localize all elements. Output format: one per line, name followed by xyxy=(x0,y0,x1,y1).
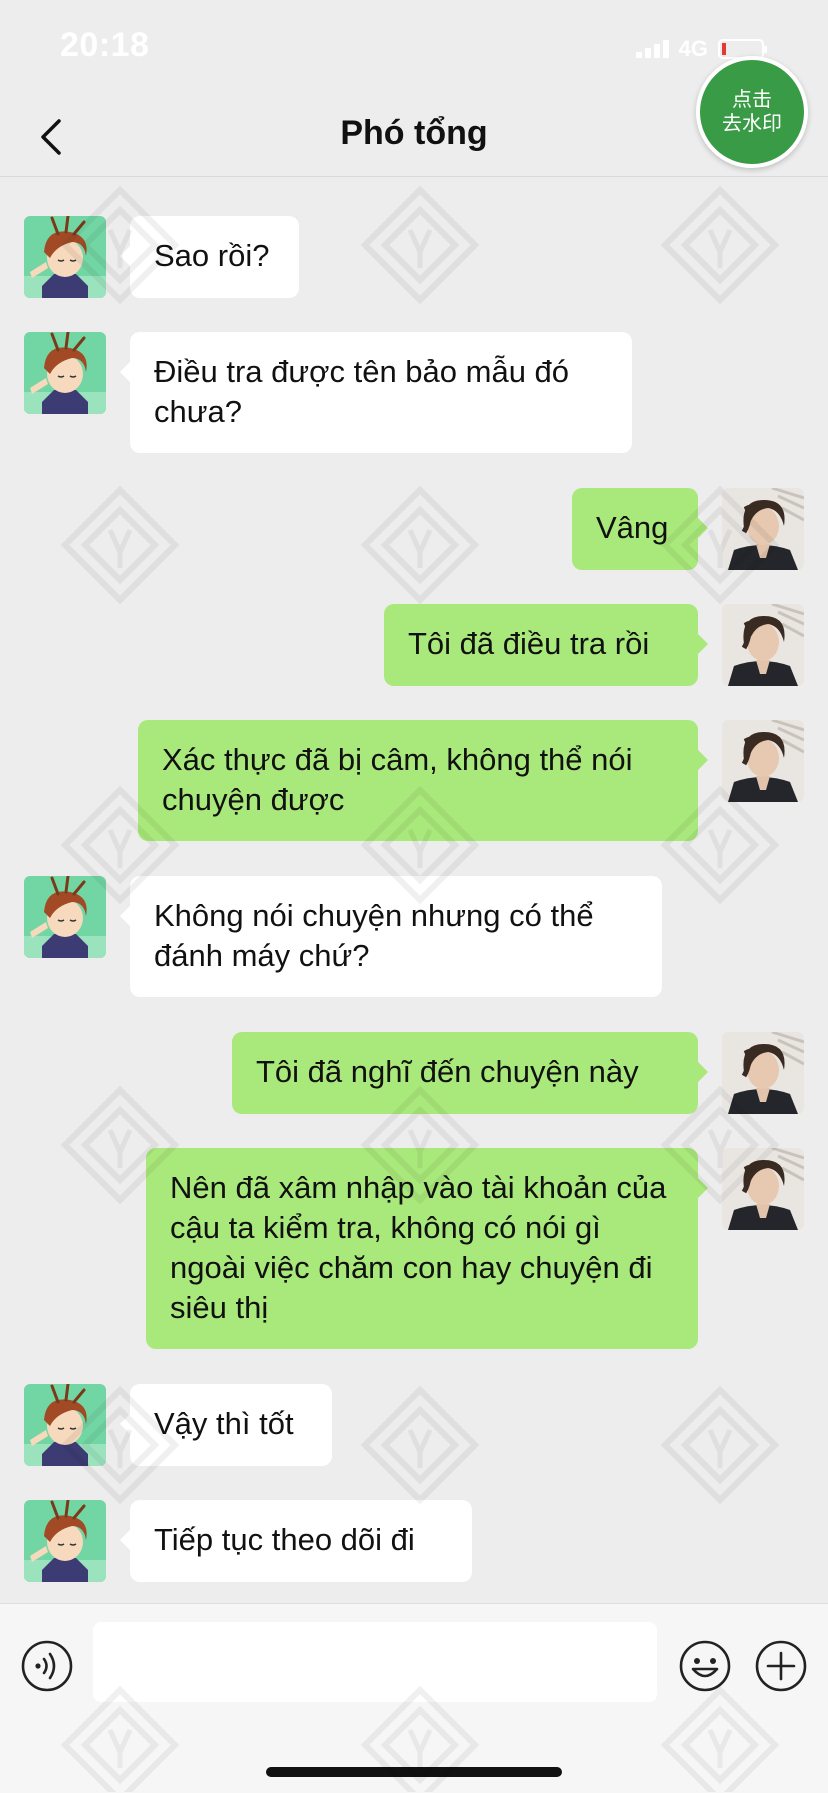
voice-input-button[interactable] xyxy=(20,1639,74,1693)
incoming-message-bubble[interactable]: Vậy thì tốt xyxy=(120,1384,332,1466)
cartoon-girl-avatar[interactable] xyxy=(24,1384,106,1466)
message-text: Xác thực đã bị câm, không thể nói chuyện… xyxy=(162,742,633,817)
message-text: Vâng xyxy=(596,510,669,545)
message-text: Điều tra được tên bảo mẫu đó chưa? xyxy=(154,354,570,429)
message-input-bar xyxy=(0,1603,828,1793)
man-portrait-avatar[interactable] xyxy=(722,604,804,686)
message-text: Sao rồi? xyxy=(154,238,270,273)
outgoing-message-bubble[interactable]: Tôi đã nghĩ đến chuyện này xyxy=(232,1032,708,1114)
incoming-message-bubble[interactable]: Sao rồi? xyxy=(120,216,299,298)
message-input[interactable] xyxy=(93,1622,657,1702)
message-text: Tôi đã nghĩ đến chuyện này xyxy=(256,1054,639,1089)
home-indicator[interactable] xyxy=(266,1767,562,1777)
man-portrait-avatar[interactable] xyxy=(722,1148,804,1230)
outgoing-message-bubble[interactable]: Nên đã xâm nhập vào tài khoản của cậu ta… xyxy=(146,1148,708,1349)
outgoing-message-bubble[interactable]: Xác thực đã bị câm, không thể nói chuyện… xyxy=(138,720,708,841)
cartoon-girl-avatar[interactable] xyxy=(24,216,106,298)
chat-message-list[interactable]: Sao rồi? Điều tra được tên bảo mẫu đó ch… xyxy=(0,177,828,1601)
incoming-message-bubble[interactable]: Điều tra được tên bảo mẫu đó chưa? xyxy=(120,332,632,453)
more-actions-button[interactable] xyxy=(754,1639,808,1693)
network-type: 4G xyxy=(678,36,708,61)
status-time: 20:18 xyxy=(60,26,150,64)
cartoon-girl-avatar[interactable] xyxy=(24,1500,106,1582)
remove-watermark-badge[interactable]: 点击 去水印 xyxy=(696,56,808,168)
message-text: Nên đã xâm nhập vào tài khoản của cậu ta… xyxy=(170,1170,667,1325)
emoji-button[interactable] xyxy=(678,1639,732,1693)
outgoing-message-bubble[interactable]: Tôi đã điều tra rồi xyxy=(384,604,708,686)
voice-icon xyxy=(21,1640,73,1692)
message-text: Vậy thì tốt xyxy=(154,1406,294,1441)
cartoon-girl-avatar[interactable] xyxy=(24,332,106,414)
man-portrait-avatar[interactable] xyxy=(722,1032,804,1114)
message-text: Không nói chuyện nhưng có thể đánh máy c… xyxy=(154,898,594,973)
incoming-message-bubble[interactable]: Không nói chuyện nhưng có thể đánh máy c… xyxy=(120,876,662,997)
plus-icon xyxy=(755,1640,807,1692)
cellular-signal-icon xyxy=(635,40,669,58)
emoji-icon xyxy=(679,1640,731,1692)
cartoon-girl-avatar[interactable] xyxy=(24,876,106,958)
incoming-message-bubble[interactable]: Tiếp tục theo dõi đi xyxy=(120,1500,472,1582)
man-portrait-avatar[interactable] xyxy=(722,720,804,802)
message-text: Tiếp tục theo dõi đi xyxy=(154,1522,415,1557)
outgoing-message-bubble[interactable]: Vâng xyxy=(572,488,708,570)
badge-line2: 去水印 xyxy=(722,113,782,135)
badge-line1: 点击 xyxy=(732,89,772,111)
man-portrait-avatar[interactable] xyxy=(722,488,804,570)
message-text: Tôi đã điều tra rồi xyxy=(408,626,650,661)
